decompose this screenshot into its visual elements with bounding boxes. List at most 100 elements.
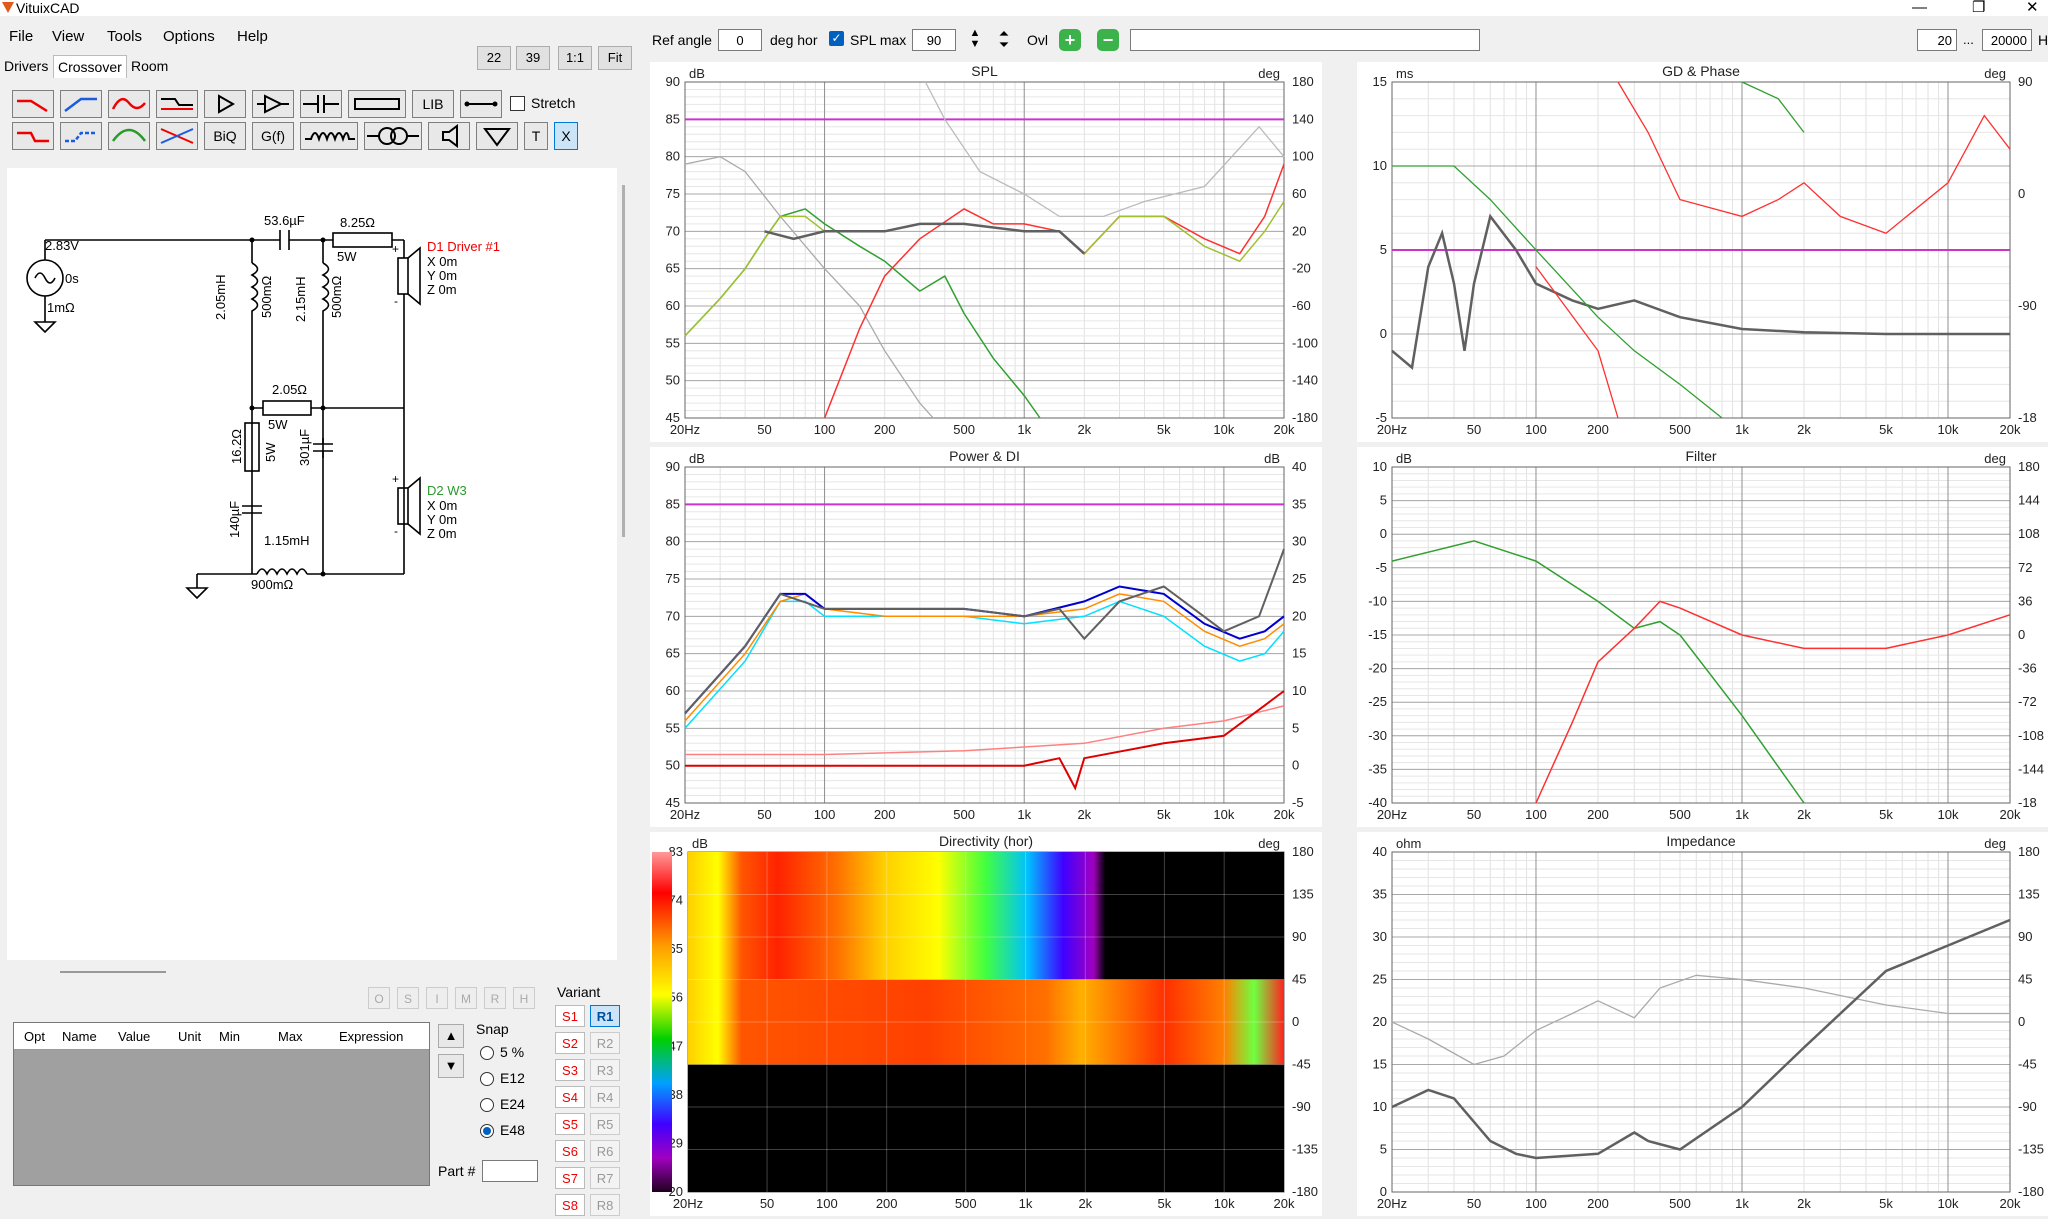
gain-icon[interactable] [252, 90, 294, 118]
overlay-select[interactable] [1130, 29, 1480, 51]
maximize-icon[interactable]: ❐ [1972, 0, 1985, 16]
variant-r5-button[interactable]: R5 [590, 1113, 620, 1135]
menu-options[interactable]: Options [163, 28, 215, 45]
snap-e48-radio[interactable]: E48 [480, 1122, 525, 1139]
schematic-scrollbar[interactable] [622, 185, 625, 537]
variant-r6-button[interactable]: R6 [590, 1140, 620, 1162]
optimizer-table[interactable]: Opt Name Value Unit Min Max Expression [13, 1022, 430, 1186]
biquad-button[interactable]: BiQ [204, 122, 246, 150]
variant-s7-button[interactable]: S7 [555, 1167, 585, 1189]
zoom-22-button[interactable]: 22 [477, 46, 511, 70]
gd-phase-chart[interactable]: 15 10 5 0 -5 90 0 -90 -18 20Hz 50 100 200 500 1k 2k 5k 10… [1357, 62, 2048, 442]
zoom-fit-button[interactable]: Fit [598, 46, 632, 70]
d2-name[interactable]: D2 W3 [427, 483, 467, 498]
splitter-handle[interactable] [60, 971, 166, 973]
r2-value[interactable]: 2.05Ω [272, 382, 307, 397]
lowpass-2nd-icon[interactable] [12, 122, 54, 150]
variant-s2-button[interactable]: S2 [555, 1032, 585, 1054]
move-up-icon[interactable]: ▲ [438, 1024, 464, 1048]
variant-r8-button[interactable]: R8 [590, 1194, 620, 1216]
spl-max-input[interactable]: 90 [912, 29, 956, 51]
snap-5pct-radio[interactable]: 5 % [480, 1044, 524, 1061]
ref-angle-input[interactable]: 0 [718, 29, 762, 51]
c1-value[interactable]: 53.6µF [264, 213, 305, 228]
stretch-checkbox[interactable] [510, 96, 525, 111]
variant-r3-button[interactable]: R3 [590, 1059, 620, 1081]
col-opt[interactable]: Opt [24, 1029, 45, 1044]
variant-s1-button[interactable]: S1 [555, 1005, 585, 1027]
variant-s3-button[interactable]: S3 [555, 1059, 585, 1081]
add-overlay-icon[interactable]: + [1059, 29, 1081, 51]
l2-value[interactable]: 2.15mH [293, 276, 308, 322]
spl-spinner-icon[interactable]: ▲ ▼ [966, 28, 984, 50]
impedance-chart[interactable]: 40 35 30 25 20 15 10 5 0 180 135 90 45 0 -45 -90 -135 -18… [1357, 832, 2048, 1216]
r3-value[interactable]: 16.2Ω [229, 429, 244, 464]
inductor-icon[interactable] [300, 122, 358, 150]
tab-drivers[interactable]: Drivers [4, 58, 48, 74]
t-button[interactable]: T [524, 122, 548, 150]
variant-s6-button[interactable]: S6 [555, 1140, 585, 1162]
grid-m-button[interactable]: M [455, 987, 477, 1009]
directivity-chart[interactable]: 83 74 65 56 47 38 29 20 180 135 90 45 0 -45 -90 -135 -18… [650, 832, 1322, 1216]
bandpass-icon[interactable] [108, 90, 150, 118]
spl-range-icon[interactable]: ⏶ ⏷ [994, 27, 1014, 51]
col-value[interactable]: Value [118, 1029, 150, 1044]
move-down-icon[interactable]: ▼ [438, 1054, 464, 1078]
variant-r4-button[interactable]: R4 [590, 1086, 620, 1108]
col-expression[interactable]: Expression [339, 1029, 403, 1044]
filter-chart[interactable]: 10 5 0 -5 -10 -15 -20 -25 -30 -35 -40 180 144 108 72 36… [1357, 447, 2048, 827]
variant-s5-button[interactable]: S5 [555, 1113, 585, 1135]
l1-value[interactable]: 2.05mH [213, 274, 228, 320]
tab-crossover[interactable]: Crossover [53, 55, 127, 78]
transfer-function-button[interactable]: G(f) [252, 122, 294, 150]
shelf-filter-icon[interactable] [156, 90, 198, 118]
col-max[interactable]: Max [278, 1029, 303, 1044]
col-name[interactable]: Name [62, 1029, 97, 1044]
highpass-2nd-icon[interactable] [60, 122, 102, 150]
ground-icon[interactable] [476, 122, 518, 150]
freq-max-input[interactable]: 20000 [1982, 29, 2032, 51]
col-unit[interactable]: Unit [178, 1029, 201, 1044]
d1-name[interactable]: D1 Driver #1 [427, 239, 500, 254]
col-min[interactable]: Min [219, 1029, 240, 1044]
zoom-1to1-button[interactable]: 1:1 [558, 46, 592, 70]
x-button[interactable]: X [554, 122, 578, 150]
highpass-1st-icon[interactable] [60, 90, 102, 118]
power-di-chart[interactable]: 90 85 80 75 70 65 60 55 50 45 40 35 30 25 20 15 10 5 0 -5 20… [650, 447, 1322, 827]
grid-h-button[interactable]: H [513, 987, 535, 1009]
freq-min-input[interactable]: 20 [1917, 29, 1957, 51]
variant-r7-button[interactable]: R7 [590, 1167, 620, 1189]
variant-r2-button[interactable]: R2 [590, 1032, 620, 1054]
close-icon[interactable]: ✕ [2026, 0, 2039, 16]
menu-tools[interactable]: Tools [107, 28, 142, 45]
snap-e24-radio[interactable]: E24 [480, 1096, 525, 1113]
buffer-icon[interactable] [204, 90, 246, 118]
snap-e12-radio[interactable]: E12 [480, 1070, 525, 1087]
c2-value[interactable]: 301µF [297, 429, 312, 466]
library-button[interactable]: LIB [412, 90, 454, 118]
capacitor-icon[interactable] [300, 90, 342, 118]
menu-file[interactable]: File [9, 28, 33, 45]
resistor-icon[interactable] [348, 90, 406, 118]
minimize-icon[interactable]: — [1912, 0, 1927, 16]
c3-value[interactable]: 140µF [227, 501, 242, 538]
schematic-canvas[interactable]: 2.83V 0s 1mΩ 53.6µF 8.25Ω 5W 2.05mH 500m… [7, 168, 617, 960]
variant-s8-button[interactable]: S8 [555, 1194, 585, 1216]
grid-i-button[interactable]: I [426, 987, 448, 1009]
l3-value[interactable]: 1.15mH [264, 533, 310, 548]
variant-s4-button[interactable]: S4 [555, 1086, 585, 1108]
remove-overlay-icon[interactable]: − [1097, 29, 1119, 51]
peak-filter-icon[interactable] [108, 122, 150, 150]
lowpass-1st-icon[interactable] [12, 90, 54, 118]
driver-icon[interactable] [428, 122, 470, 150]
grid-r-button[interactable]: R [484, 987, 506, 1009]
variant-r1-button[interactable]: R1 [590, 1005, 620, 1027]
spl-max-checkbox[interactable]: ✓ [829, 31, 844, 46]
transformer-icon[interactable] [364, 122, 422, 150]
spl-chart[interactable]: 90 85 80 75 70 65 60 55 50 45 180 140 100 60 20 -20 -60-… [650, 62, 1322, 442]
r1-value[interactable]: 8.25Ω [340, 215, 375, 230]
menu-help[interactable]: Help [237, 28, 268, 45]
zoom-39-button[interactable]: 39 [516, 46, 550, 70]
menu-view[interactable]: View [52, 28, 84, 45]
wire-icon[interactable] [460, 90, 502, 118]
